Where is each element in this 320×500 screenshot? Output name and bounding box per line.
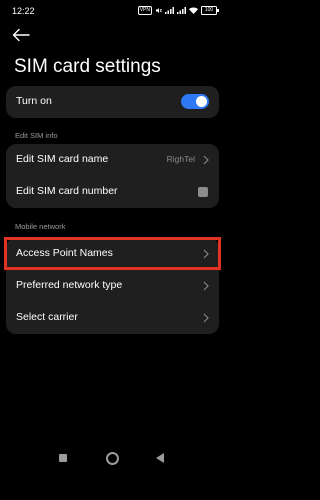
toggle-knob xyxy=(196,96,207,107)
battery-icon: 100 xyxy=(201,6,219,15)
chevron-right-icon xyxy=(203,155,209,165)
turn-on-row[interactable]: Turn on xyxy=(6,86,219,118)
sim-carrier-value: RighTel xyxy=(166,154,195,164)
status-time: 12:22 xyxy=(12,6,35,16)
signal-icon xyxy=(165,7,174,14)
vpn-icon: VPN xyxy=(137,6,152,15)
preferred-network-type-row[interactable]: Preferred network type xyxy=(6,270,219,302)
edit-sim-card: Edit SIM card name RighTel Edit SIM card… xyxy=(6,144,219,208)
recents-icon[interactable] xyxy=(59,454,67,462)
chevron-right-icon xyxy=(203,313,209,323)
highlight-box xyxy=(4,237,221,270)
select-carrier-label: Select carrier xyxy=(16,311,78,323)
navigation-bar xyxy=(0,448,225,470)
sim-number-checkbox[interactable] xyxy=(198,187,208,197)
turn-on-label: Turn on xyxy=(16,95,52,107)
status-icons: VPN 100 xyxy=(137,6,219,15)
edit-sim-number-label: Edit SIM card number xyxy=(16,185,118,197)
page-title: SIM card settings xyxy=(14,56,161,77)
section-heading-edit-sim: Edit SIM info xyxy=(15,131,58,140)
mute-icon xyxy=(156,8,162,13)
back-icon[interactable] xyxy=(156,453,164,463)
preferred-network-type-label: Preferred network type xyxy=(16,279,123,291)
select-carrier-row[interactable]: Select carrier xyxy=(6,302,219,334)
wifi-icon xyxy=(189,7,198,14)
battery-level: 100 xyxy=(204,7,214,13)
turn-on-card: Turn on xyxy=(6,86,219,118)
section-heading-mobile-network: Mobile network xyxy=(15,222,66,231)
home-icon[interactable] xyxy=(106,452,119,465)
signal-icon-2 xyxy=(177,7,186,14)
status-bar: 12:22 VPN 100 xyxy=(0,0,225,22)
chevron-right-icon xyxy=(203,281,209,291)
arrow-left-icon[interactable] xyxy=(12,28,30,42)
turn-on-toggle[interactable] xyxy=(181,94,209,109)
edit-sim-number-row[interactable]: Edit SIM card number xyxy=(6,176,219,208)
edit-sim-name-row[interactable]: Edit SIM card name RighTel xyxy=(6,144,219,176)
edit-sim-name-label: Edit SIM card name xyxy=(16,153,109,165)
